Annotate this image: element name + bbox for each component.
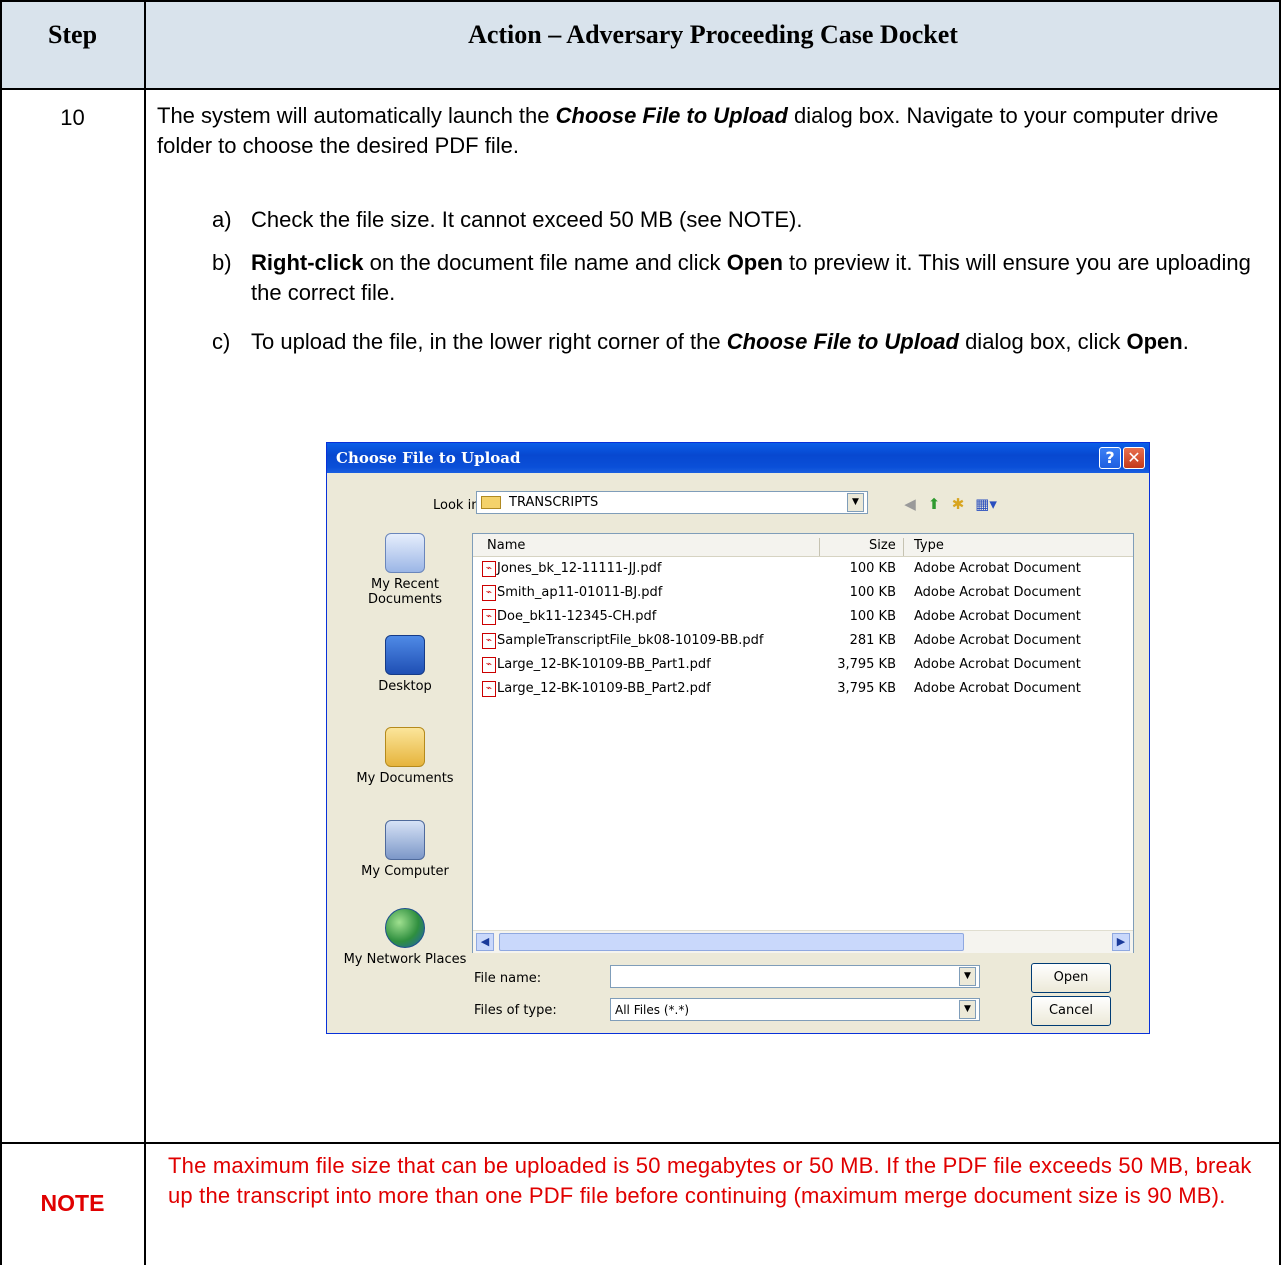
pdf-file-icon: ⌁ xyxy=(482,609,496,625)
cancel-button[interactable]: Cancel xyxy=(1031,996,1111,1026)
header-step: Step xyxy=(47,20,98,49)
files-of-type-label: Files of type: xyxy=(474,1003,557,1018)
close-button[interactable]: ✕ xyxy=(1123,447,1145,469)
place-desktop[interactable]: Desktop xyxy=(341,635,469,694)
chevron-down-icon[interactable]: ▼ xyxy=(847,493,864,512)
folder-icon xyxy=(481,496,501,509)
recent-documents-icon xyxy=(385,533,425,573)
column-size[interactable]: Size xyxy=(869,538,896,553)
look-in-select[interactable]: TRANSCRIPTS xyxy=(476,491,868,514)
place-my-recent-documents[interactable]: My Recent Documents xyxy=(341,533,469,607)
table-row[interactable]: ⌁ Jones_bk_12-11111-JJ.pdf 100 KB Adobe … xyxy=(473,558,1133,582)
my-documents-icon xyxy=(385,727,425,767)
table-row[interactable]: ⌁ Large_12-BK-10109-BB_Part2.pdf 3,795 K… xyxy=(473,678,1133,702)
horizontal-scrollbar[interactable]: ◀ ▶ xyxy=(473,930,1133,953)
instruction-table: Step Action – Adversary Proceeding Case … xyxy=(0,0,1281,1265)
pdf-file-icon: ⌁ xyxy=(482,657,496,673)
table-row[interactable]: ⌁ Large_12-BK-10109-BB_Part1.pdf 3,795 K… xyxy=(473,654,1133,678)
file-name-label: File name: xyxy=(474,971,542,986)
note-label: NOTE xyxy=(40,1190,105,1216)
note-text: The maximum file size that can be upload… xyxy=(168,1153,1252,1208)
file-name-field[interactable] xyxy=(610,965,980,988)
open-button[interactable]: Open xyxy=(1031,963,1111,993)
place-my-documents[interactable]: My Documents xyxy=(341,727,469,786)
place-my-computer[interactable]: My Computer xyxy=(341,820,469,879)
header-action: Action – Adversary Proceeding Case Docke… xyxy=(468,20,958,49)
pdf-file-icon: ⌁ xyxy=(482,633,496,649)
help-button[interactable]: ? xyxy=(1099,447,1121,469)
scroll-right-icon[interactable]: ▶ xyxy=(1112,933,1130,951)
up-folder-icon[interactable]: ⬆ xyxy=(924,495,944,513)
file-list-header: Name Size Type xyxy=(473,534,1133,557)
choose-file-dialog: Choose File to Upload ? ✕ Look in: TRANS… xyxy=(326,442,1150,1034)
my-computer-icon xyxy=(385,820,425,860)
pdf-file-icon: ⌁ xyxy=(482,585,496,601)
file-list[interactable]: Name Size Type ⌁ Jones_bk_12-11111-JJ.pd… xyxy=(472,533,1134,953)
step-intro: The system will automatically launch the… xyxy=(157,103,1219,158)
pdf-file-icon: ⌁ xyxy=(482,561,496,577)
back-icon[interactable]: ◀ xyxy=(900,495,920,513)
step-number: 10 xyxy=(60,105,85,130)
dialog-title: Choose File to Upload xyxy=(336,449,521,467)
desktop-icon xyxy=(385,635,425,675)
new-folder-icon[interactable]: ✱ xyxy=(948,495,968,513)
place-my-network-places[interactable]: My Network Places xyxy=(341,908,469,967)
dialog-titlebar: Choose File to Upload ? ✕ xyxy=(327,443,1149,473)
table-row[interactable]: ⌁ Doe_bk11-12345-CH.pdf 100 KB Adobe Acr… xyxy=(473,606,1133,630)
chevron-down-icon[interactable]: ▼ xyxy=(959,967,976,986)
scrollbar-thumb[interactable] xyxy=(499,933,964,951)
view-menu-icon[interactable]: ▦▾ xyxy=(972,495,1000,513)
look-in-value: TRANSCRIPTS xyxy=(509,495,599,510)
table-row[interactable]: ⌁ SampleTranscriptFile_bk08-10109-BB.pdf… xyxy=(473,630,1133,654)
files-of-type-select[interactable]: All Files (*.*) xyxy=(610,998,980,1021)
chevron-down-icon[interactable]: ▼ xyxy=(959,1000,976,1019)
pdf-file-icon: ⌁ xyxy=(482,681,496,697)
scroll-left-icon[interactable]: ◀ xyxy=(476,933,494,951)
table-row[interactable]: ⌁ Smith_ap11-01011-BJ.pdf 100 KB Adobe A… xyxy=(473,582,1133,606)
column-name[interactable]: Name xyxy=(487,538,525,553)
column-type[interactable]: Type xyxy=(914,538,944,553)
network-places-icon xyxy=(385,908,425,948)
